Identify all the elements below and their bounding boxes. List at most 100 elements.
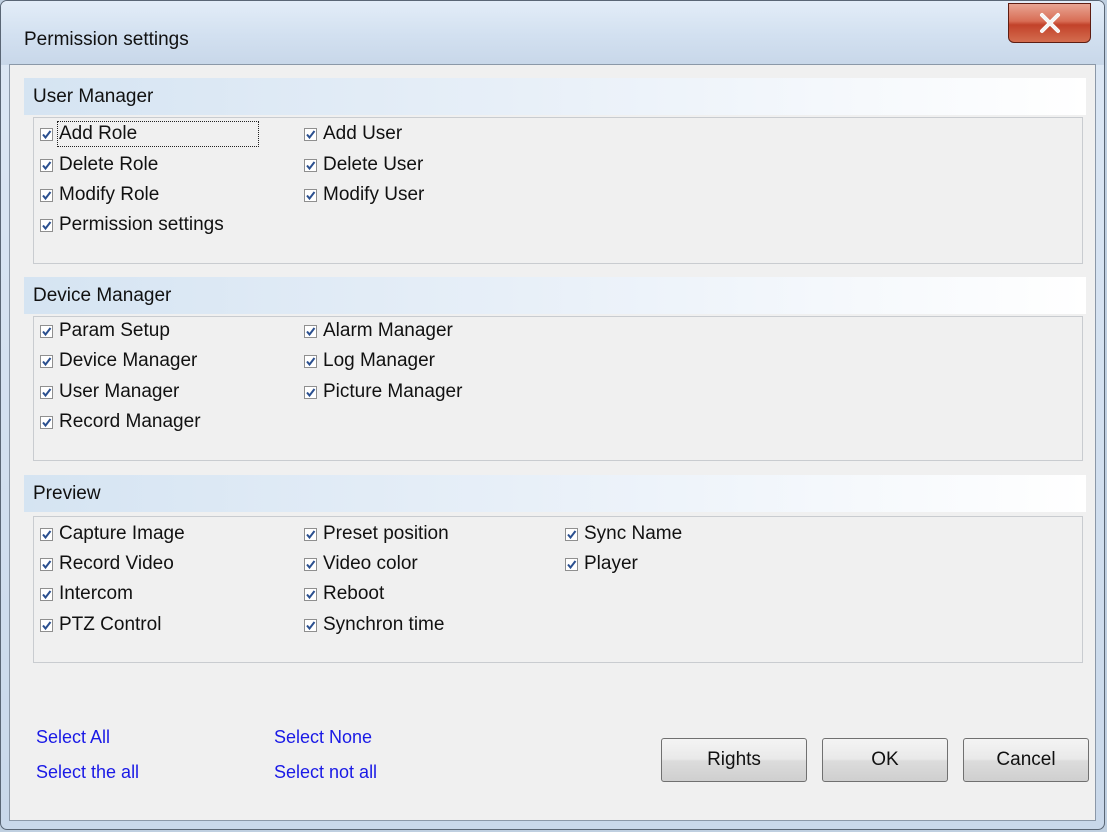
close-icon <box>1040 13 1060 33</box>
checkbox-modify-role[interactable]: Modify Role <box>40 182 159 208</box>
checkbox-label: Modify User <box>323 184 425 205</box>
checkmark-icon <box>42 160 52 170</box>
checkmark-icon <box>306 356 316 366</box>
checkbox-param-setup[interactable]: Param Setup <box>40 318 170 344</box>
group-title-device-manager: Device Manager <box>33 285 172 306</box>
checkbox-box[interactable] <box>40 385 53 399</box>
checkmark-icon <box>567 559 577 569</box>
checkbox-box[interactable] <box>40 188 53 202</box>
checkbox-modify-user[interactable]: Modify User <box>304 182 424 208</box>
checkbox-box[interactable] <box>304 188 317 202</box>
checkbox-box[interactable] <box>40 415 53 429</box>
checkbox-label: Record Video <box>59 553 174 574</box>
checkbox-box[interactable] <box>40 158 53 172</box>
checkmark-icon <box>306 190 316 200</box>
checkbox-label: Sync Name <box>584 523 683 544</box>
checkbox-log-manager[interactable]: Log Manager <box>304 348 435 374</box>
checkbox-preset-position[interactable]: Preset position <box>304 521 449 547</box>
checkbox-box[interactable] <box>565 557 578 571</box>
checkbox-capture-image[interactable]: Capture Image <box>40 521 185 547</box>
select-all-link[interactable]: Select All <box>36 727 110 748</box>
checkmark-icon <box>42 559 52 569</box>
checkbox-label: Device Manager <box>59 350 198 371</box>
checkbox-box[interactable] <box>304 527 317 541</box>
checkbox-box[interactable] <box>40 557 53 571</box>
checkbox-label: Player <box>584 553 638 574</box>
checkmark-icon <box>42 220 52 230</box>
checkbox-label: Alarm Manager <box>323 320 453 341</box>
checkmark-icon <box>306 387 316 397</box>
checkbox-label: Video color <box>323 553 418 574</box>
checkbox-box[interactable] <box>304 587 317 601</box>
group-title-user-manager: User Manager <box>33 86 154 107</box>
checkbox-box[interactable] <box>304 127 317 141</box>
checkmark-icon <box>42 387 52 397</box>
checkmark-icon <box>42 356 52 366</box>
checkbox-label: Preset position <box>323 523 449 544</box>
group-panel-device-manager <box>33 316 1083 461</box>
checkmark-icon <box>42 326 52 336</box>
checkbox-alarm-manager[interactable]: Alarm Manager <box>304 318 453 344</box>
ok-button[interactable]: OK <box>822 738 948 782</box>
checkbox-label: User Manager <box>59 381 180 402</box>
group-header-user-manager: User Manager <box>24 78 1086 115</box>
select-not-all-link[interactable]: Select not all <box>274 762 377 783</box>
checkbox-device-manager[interactable]: Device Manager <box>40 348 197 374</box>
checkmark-icon <box>306 129 316 139</box>
checkbox-box[interactable] <box>40 527 53 541</box>
checkbox-record-manager[interactable]: Record Manager <box>40 409 201 435</box>
checkmark-icon <box>306 589 316 599</box>
checkbox-add-user[interactable]: Add User <box>304 121 402 147</box>
group-header-device-manager: Device Manager <box>24 277 1086 314</box>
checkbox-box[interactable] <box>304 324 317 338</box>
checkmark-icon <box>42 529 52 539</box>
checkmark-icon <box>306 326 316 336</box>
checkbox-label: Log Manager <box>323 350 435 371</box>
cancel-button[interactable]: Cancel <box>963 738 1089 782</box>
checkbox-player[interactable]: Player <box>565 551 638 577</box>
checkbox-box[interactable] <box>304 618 317 632</box>
checkbox-box[interactable] <box>304 354 317 368</box>
checkbox-sync-name[interactable]: Sync Name <box>565 521 682 547</box>
group-header-preview: Preview <box>24 475 1086 512</box>
title-bar[interactable]: Permission settings <box>1 1 1104 65</box>
checkbox-reboot[interactable]: Reboot <box>304 581 384 607</box>
select-the-all-link[interactable]: Select the all <box>36 762 139 783</box>
checkbox-picture-manager[interactable]: Picture Manager <box>304 379 462 405</box>
checkmark-icon <box>42 190 52 200</box>
close-button[interactable] <box>1008 3 1091 43</box>
select-none-link[interactable]: Select None <box>274 727 372 748</box>
checkbox-video-color[interactable]: Video color <box>304 551 418 577</box>
checkbox-box[interactable] <box>304 385 317 399</box>
checkbox-box[interactable] <box>40 324 53 338</box>
checkbox-label: Capture Image <box>59 523 185 544</box>
checkbox-box[interactable] <box>40 218 53 232</box>
checkbox-permission-settings[interactable]: Permission settings <box>40 212 224 238</box>
checkbox-user-manager[interactable]: User Manager <box>40 379 179 405</box>
rights-button[interactable]: Rights <box>661 738 807 782</box>
checkbox-intercom[interactable]: Intercom <box>40 581 133 607</box>
checkmark-icon <box>42 417 52 427</box>
checkbox-record-video[interactable]: Record Video <box>40 551 174 577</box>
checkbox-box[interactable] <box>40 127 53 141</box>
checkmark-icon <box>42 589 52 599</box>
checkbox-box[interactable] <box>40 618 53 632</box>
checkbox-box[interactable] <box>40 587 53 601</box>
checkbox-label: Record Manager <box>59 411 201 432</box>
checkbox-box[interactable] <box>304 158 317 172</box>
checkbox-label: Add Role <box>56 121 260 147</box>
checkbox-label: Add User <box>323 123 403 144</box>
checkbox-label: Intercom <box>59 583 133 604</box>
checkmark-icon <box>42 620 52 630</box>
checkbox-delete-user[interactable]: Delete User <box>304 152 423 178</box>
checkbox-label: Delete User <box>323 154 424 175</box>
checkbox-box[interactable] <box>565 527 578 541</box>
checkbox-label: Permission settings <box>59 214 224 235</box>
checkbox-ptz-control[interactable]: PTZ Control <box>40 612 161 638</box>
checkbox-add-role[interactable]: Add Role <box>40 121 260 147</box>
checkbox-delete-role[interactable]: Delete Role <box>40 152 158 178</box>
checkbox-box[interactable] <box>304 557 317 571</box>
checkbox-synchron-time[interactable]: Synchron time <box>304 612 444 638</box>
checkmark-icon <box>306 559 316 569</box>
checkbox-box[interactable] <box>40 354 53 368</box>
